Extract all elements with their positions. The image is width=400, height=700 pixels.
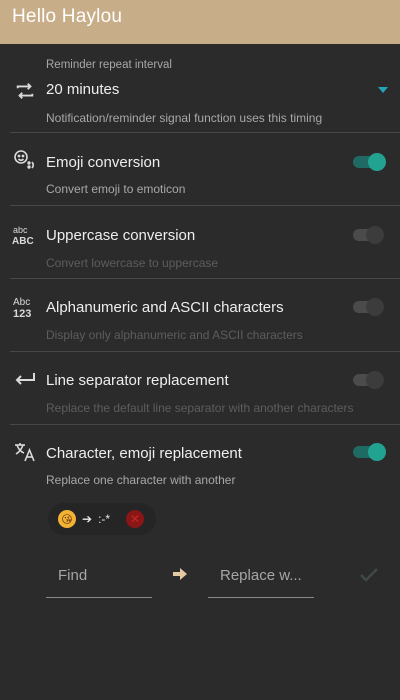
setting-description: Replace one character with another	[46, 473, 236, 487]
toggle-knob	[366, 298, 384, 316]
repeat-interval-caption: Reminder repeat interval	[46, 59, 172, 71]
app-header: Hello Haylou	[0, 0, 400, 44]
repeat-interval-description: Notification/reminder signal function us…	[46, 111, 323, 125]
setting-alphanumeric-ascii[interactable]: Abc 123 Alphanumeric and ASCII character…	[0, 279, 400, 351]
toggle-knob	[368, 153, 386, 171]
arrow-right-icon: ➔	[82, 512, 93, 526]
setting-character-replacement[interactable]: Character, emoji replacement Replace one…	[0, 425, 400, 497]
abc-123-icon: Abc 123	[12, 294, 38, 320]
setting-label: Character, emoji replacement	[46, 445, 242, 462]
replace-field[interactable]	[208, 554, 314, 598]
kiss-emoji: 😘	[58, 510, 76, 528]
svg-text:123: 123	[13, 308, 31, 319]
uppercase-conversion-toggle[interactable]	[350, 225, 386, 245]
svg-text:Abc: Abc	[13, 297, 30, 308]
setting-label: Uppercase conversion	[46, 227, 196, 244]
translate-icon	[12, 439, 38, 465]
setting-description: Convert lowercase to uppercase	[46, 256, 219, 270]
alphanumeric-toggle[interactable]	[350, 297, 386, 317]
setting-description: Convert emoji to emoticon	[46, 182, 186, 196]
setting-label: Line separator replacement	[46, 372, 229, 389]
setting-description: Display only alphanumeric and ASCII char…	[46, 328, 303, 342]
line-separator-toggle[interactable]	[350, 370, 386, 390]
setting-uppercase-conversion[interactable]: abc ABC Uppercase conversion Convert low…	[0, 206, 400, 278]
toggle-knob	[366, 371, 384, 389]
setting-label: Emoji conversion	[46, 154, 161, 171]
arrow-right-icon	[168, 562, 192, 586]
abc-uppercase-icon: abc ABC	[12, 222, 38, 248]
confirm-check-icon[interactable]	[356, 562, 382, 588]
toggle-knob	[366, 226, 384, 244]
repeat-interval-setting[interactable]: Reminder repeat interval 20 minutes Noti…	[0, 44, 400, 132]
emoji-icon	[12, 147, 38, 173]
return-arrow-icon	[12, 366, 38, 392]
app-title: Hello Haylou	[12, 6, 123, 27]
repeat-icon	[12, 78, 38, 104]
find-field[interactable]	[46, 554, 152, 598]
emoji-conversion-toggle[interactable]	[350, 152, 386, 172]
setting-description: Replace the default line separator with …	[46, 401, 354, 415]
character-replacement-toggle[interactable]	[350, 442, 386, 462]
setting-line-separator[interactable]: Line separator replacement Replace the d…	[0, 352, 400, 424]
find-input[interactable]	[46, 554, 152, 597]
setting-label: Alphanumeric and ASCII characters	[46, 299, 284, 316]
dropdown-arrow-icon[interactable]	[378, 87, 388, 93]
svg-text:ABC: ABC	[12, 236, 34, 246]
remove-rule-icon[interactable]: ✕	[126, 510, 145, 528]
toggle-knob	[368, 443, 386, 461]
replacement-rule-chip[interactable]: 😘 ➔ :-* ✕	[48, 503, 156, 535]
svg-text:abc: abc	[13, 225, 28, 235]
setting-emoji-conversion[interactable]: Emoji conversion Convert emoji to emotic…	[0, 133, 400, 205]
replace-input[interactable]	[208, 554, 314, 597]
replacement-emoticon: :-*	[98, 512, 111, 526]
repeat-interval-value[interactable]: 20 minutes	[46, 81, 119, 98]
